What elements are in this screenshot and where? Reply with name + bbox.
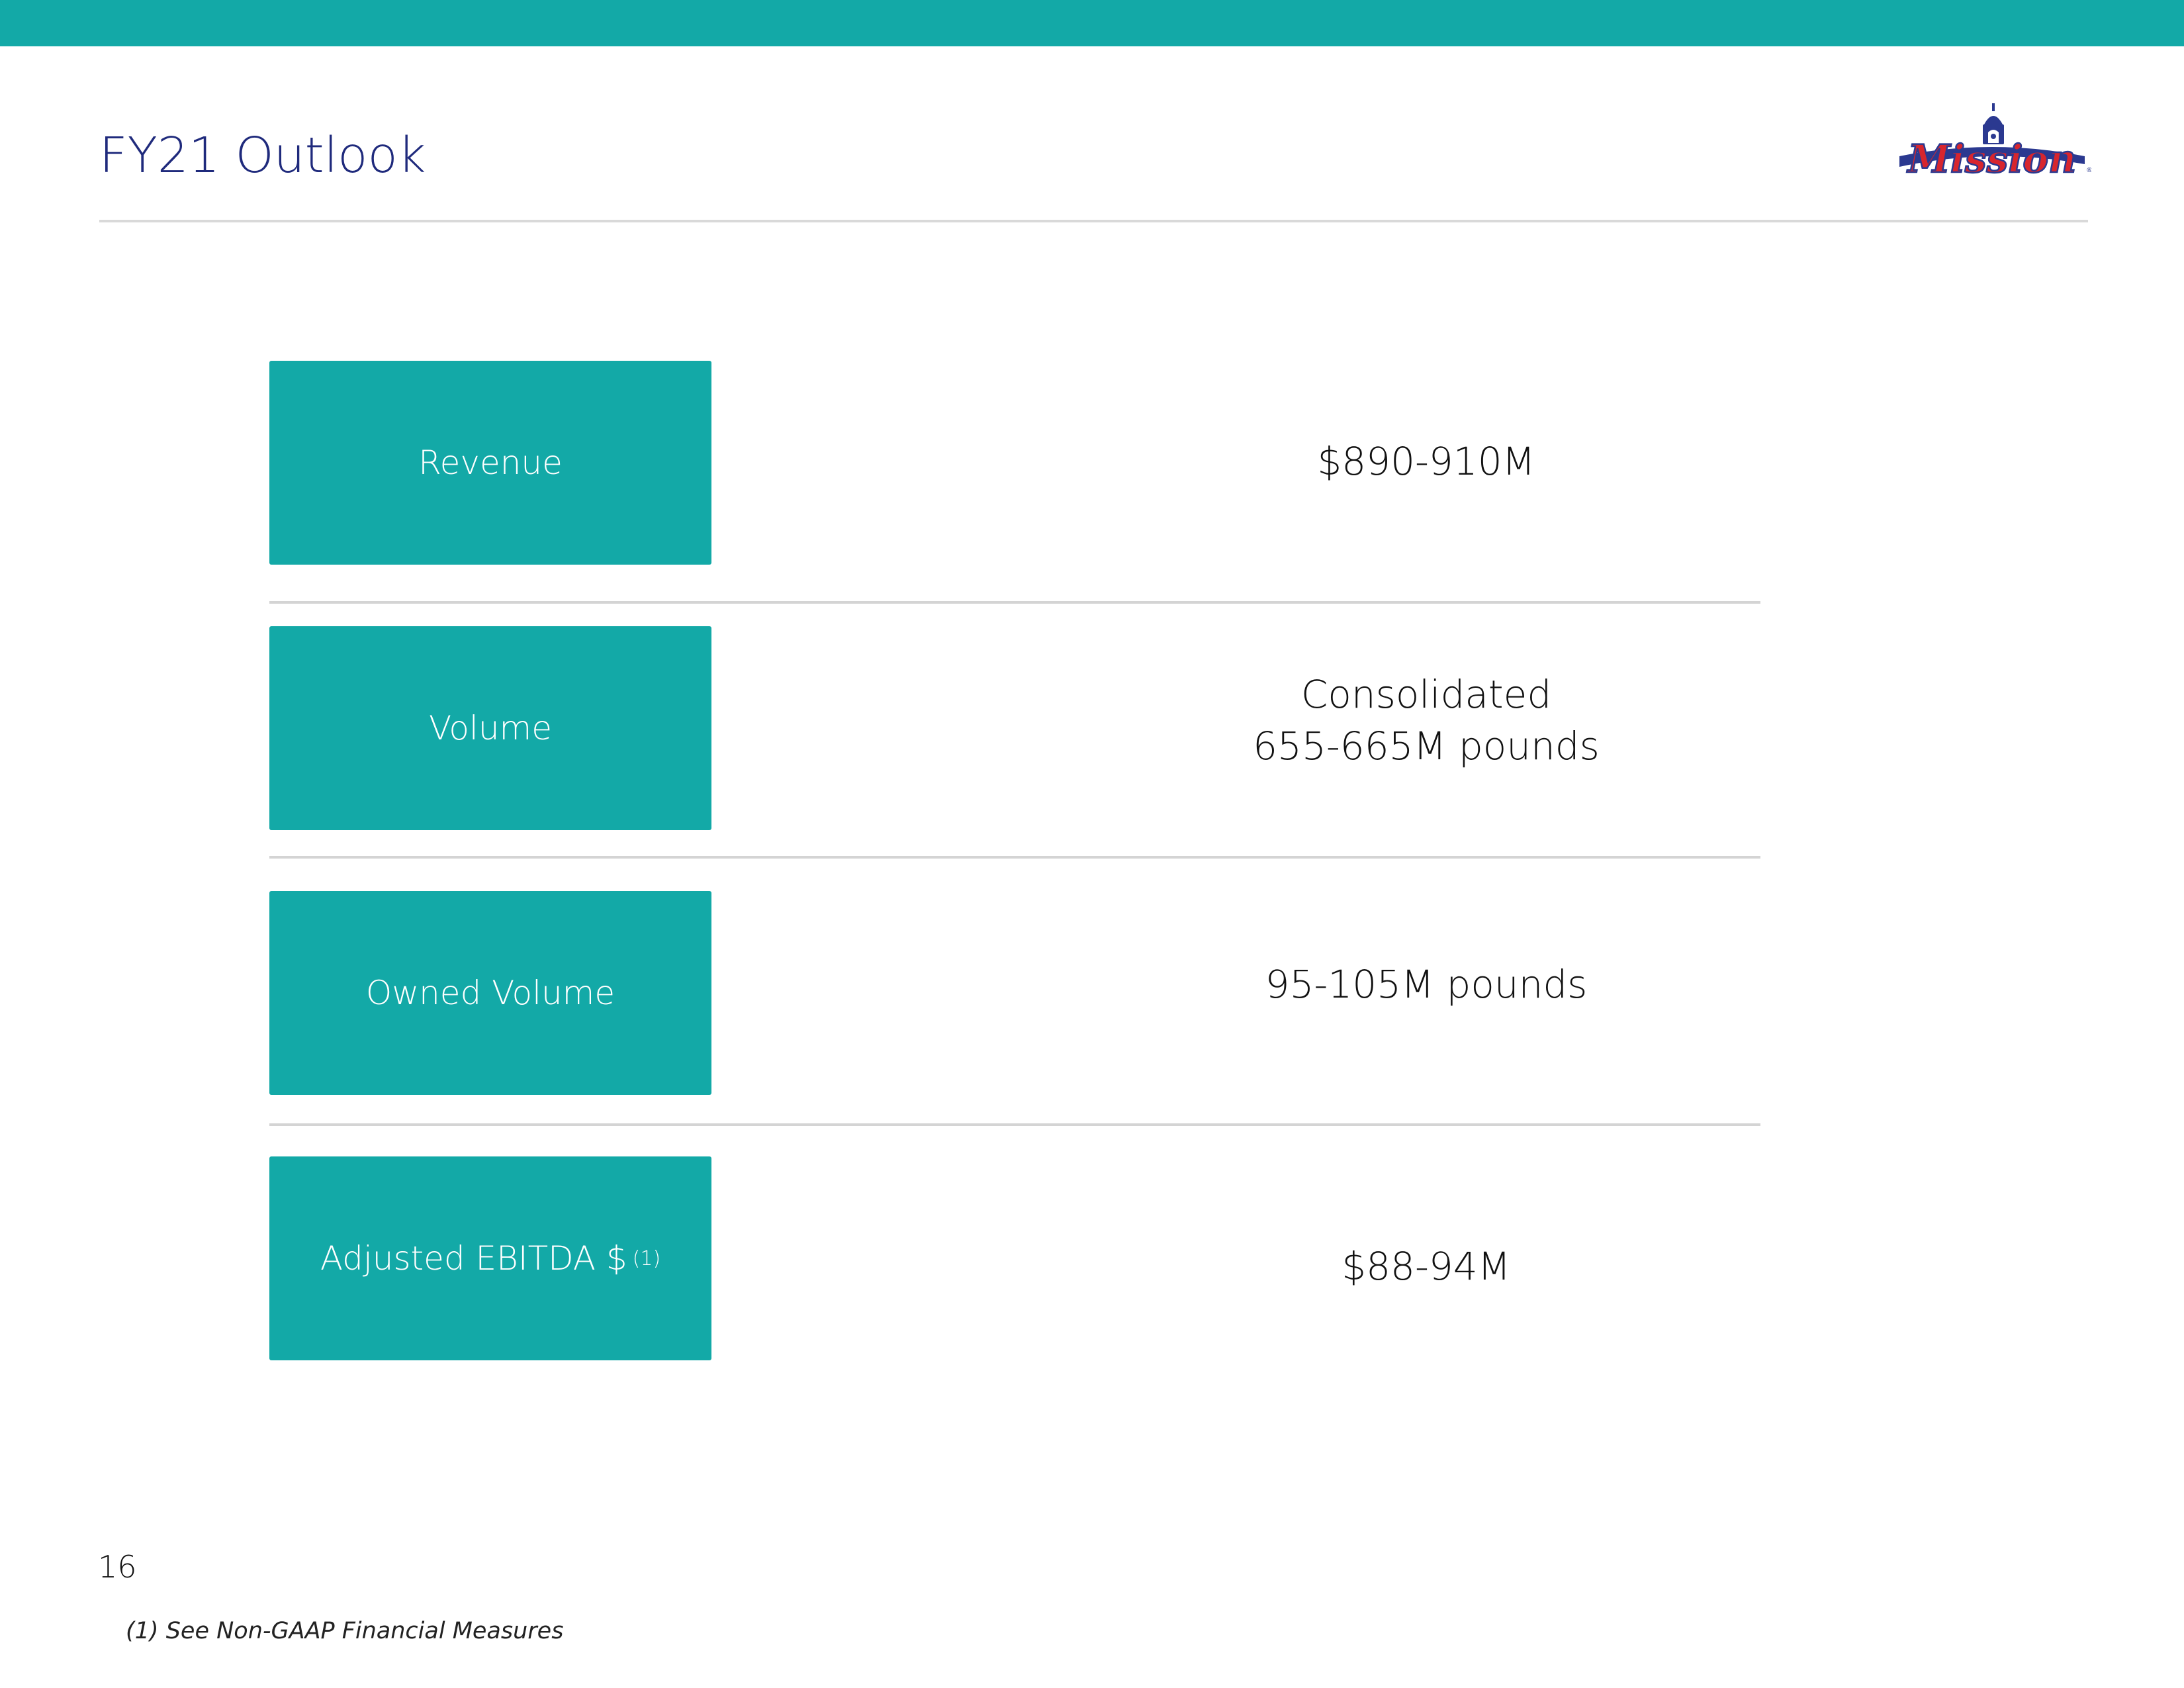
mission-logo: Mission ® xyxy=(1899,103,2091,182)
adjusted-ebitda-value: $88-94M xyxy=(1019,1241,1833,1292)
title-divider xyxy=(99,220,2088,222)
svg-text:®: ® xyxy=(2086,167,2091,174)
row-divider xyxy=(269,1123,1760,1126)
volume-label-box: Volume xyxy=(269,626,711,830)
page-title: FY21 Outlook xyxy=(99,127,426,184)
volume-label: Volume xyxy=(429,709,552,747)
row-divider xyxy=(269,601,1760,604)
adjusted-ebitda-label-box: Adjusted EBITDA $ (1) xyxy=(269,1156,711,1360)
adjusted-ebitda-label: Adjusted EBITDA $ xyxy=(320,1239,627,1278)
revenue-value-line: $890-910M xyxy=(1317,439,1535,484)
revenue-label-box: Revenue xyxy=(269,361,711,565)
page-number: 16 xyxy=(98,1549,137,1585)
revenue-value: $890-910M xyxy=(1019,436,1833,487)
volume-value-line-1: Consolidated xyxy=(1300,672,1552,717)
volume-value: Consolidated 655-665M pounds xyxy=(1019,669,1833,772)
owned-volume-value-line: 95-105M pounds xyxy=(1265,962,1588,1007)
row-divider xyxy=(269,856,1760,859)
svg-text:Mission: Mission xyxy=(1907,136,2076,181)
owned-volume-label: Owned Volume xyxy=(365,974,615,1012)
adjusted-ebitda-value-line: $88-94M xyxy=(1342,1244,1511,1289)
owned-volume-value: 95-105M pounds xyxy=(1019,959,1833,1010)
footnote: (1) See Non-GAAP Financial Measures xyxy=(126,1618,564,1644)
footnote-marker: (1) xyxy=(632,1246,661,1270)
revenue-label: Revenue xyxy=(418,444,563,482)
volume-value-line-2: 655-665M pounds xyxy=(1253,724,1600,769)
top-accent-bar xyxy=(0,0,2184,46)
owned-volume-label-box: Owned Volume xyxy=(269,891,711,1095)
